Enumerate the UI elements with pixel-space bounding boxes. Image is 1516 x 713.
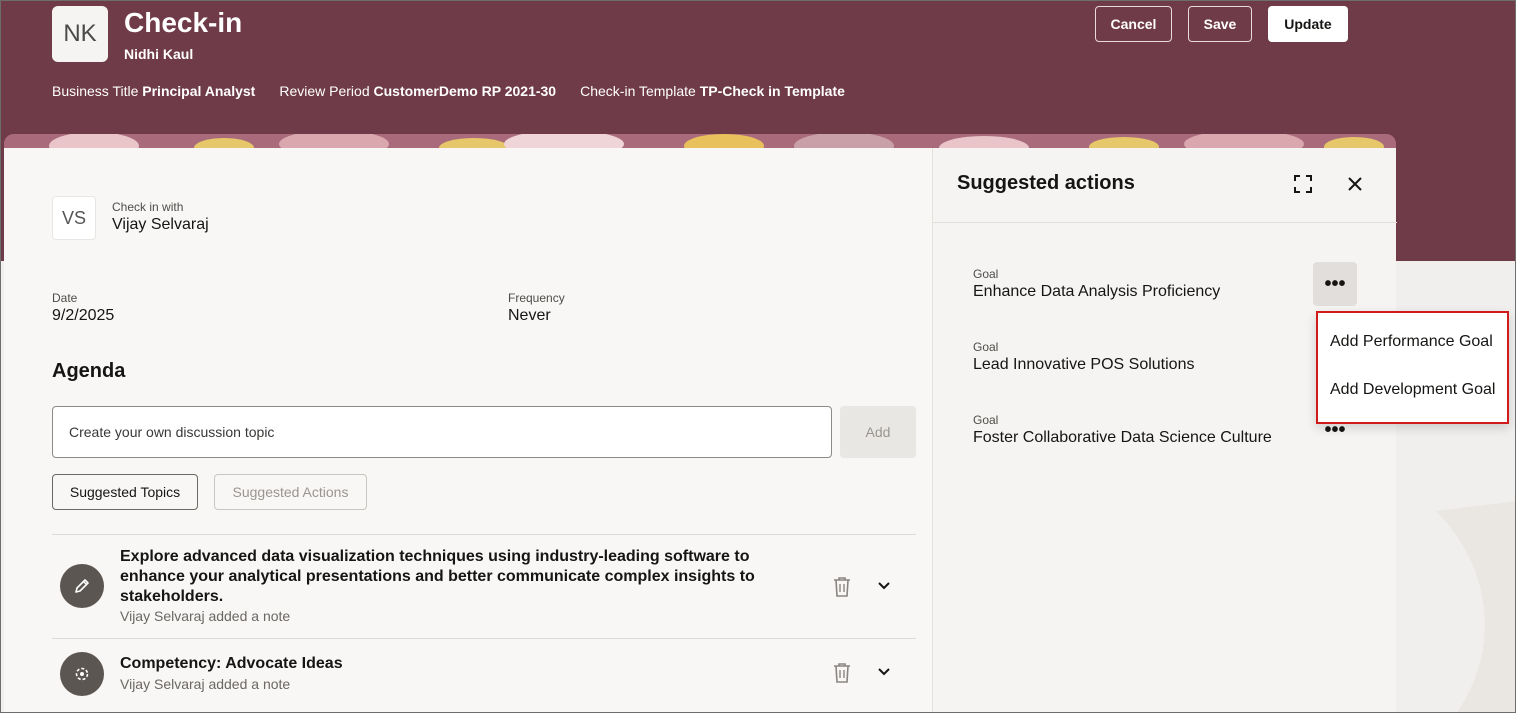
- page-title: Check-in: [124, 7, 243, 38]
- agenda-item-title: Explore advanced data visualization tech…: [120, 548, 755, 605]
- frequency-label: Frequency: [508, 291, 565, 305]
- discussion-topic-input[interactable]: [52, 406, 832, 458]
- page-subtitle: Nidhi Kaul: [124, 46, 194, 62]
- goal-label: Goal: [973, 340, 999, 354]
- goal-title: Foster Collaborative Data Science Cultur…: [973, 429, 1272, 446]
- add-development-goal-menu-item[interactable]: Add Development Goal: [1330, 381, 1495, 399]
- agenda-item[interactable]: Explore advanced data visualization tech…: [52, 534, 916, 638]
- goal-more-actions-button[interactable]: •••: [1313, 262, 1357, 306]
- panel-title: Suggested actions: [957, 172, 1135, 194]
- agenda-item-note: Vijay Selvaraj added a note: [120, 676, 291, 692]
- agenda-item-note: Vijay Selvaraj added a note: [120, 608, 291, 624]
- panel-separator: [933, 222, 1397, 223]
- cancel-button[interactable]: Cancel: [1095, 6, 1172, 42]
- template-meta: Check-in Template TP-Check in Template: [580, 83, 845, 99]
- delete-icon[interactable]: [832, 662, 852, 684]
- goal-label: Goal: [973, 267, 999, 281]
- add-topic-button[interactable]: Add: [840, 406, 916, 458]
- agenda-heading: Agenda: [52, 360, 126, 382]
- goal-title: Lead Innovative POS Solutions: [973, 356, 1195, 373]
- manager-avatar: VS: [52, 196, 96, 240]
- suggested-actions-panel: Suggested actions Goal Enhance Data Anal…: [932, 148, 1397, 712]
- app-window: NK Check-in Nidhi Kaul Business Title Pr…: [0, 0, 1516, 713]
- review-period-meta: Review Period CustomerDemo RP 2021-30: [279, 83, 557, 99]
- checkin-card: VS Check in with Vijay Selvaraj Date 9/2…: [4, 148, 932, 712]
- suggested-actions-button[interactable]: Suggested Actions: [214, 474, 367, 510]
- goal-actions-menu: Add Performance Goal Add Development Goa…: [1316, 311, 1509, 424]
- delete-icon[interactable]: [832, 576, 852, 598]
- checkin-with-name: Vijay Selvaraj: [112, 216, 209, 233]
- user-avatar: NK: [52, 6, 108, 62]
- business-title-meta: Business Title Principal Analyst: [52, 83, 256, 99]
- update-button[interactable]: Update: [1268, 6, 1348, 42]
- goal-title: Enhance Data Analysis Proficiency: [973, 283, 1221, 300]
- frequency-value: Never: [508, 307, 551, 324]
- chevron-down-icon[interactable]: [876, 664, 892, 680]
- agenda-item-title: Competency: Advocate Ideas: [120, 655, 343, 672]
- add-performance-goal-menu-item[interactable]: Add Performance Goal: [1330, 333, 1493, 351]
- close-icon[interactable]: [1346, 175, 1364, 193]
- chevron-down-icon[interactable]: [876, 578, 892, 594]
- date-label: Date: [52, 291, 78, 305]
- pencil-icon: [60, 564, 104, 608]
- save-button[interactable]: Save: [1188, 6, 1252, 42]
- date-value: 9/2/2025: [52, 307, 115, 324]
- header-meta: Business Title Principal Analyst Review …: [52, 83, 845, 99]
- checkin-with-label: Check in with: [112, 200, 184, 214]
- expand-icon[interactable]: [1293, 174, 1313, 194]
- agenda-item[interactable]: Competency: Advocate Ideas Vijay Selvara…: [52, 638, 916, 712]
- goal-label: Goal: [973, 413, 999, 427]
- suggested-topics-button[interactable]: Suggested Topics: [52, 474, 198, 510]
- competency-icon: [60, 652, 104, 696]
